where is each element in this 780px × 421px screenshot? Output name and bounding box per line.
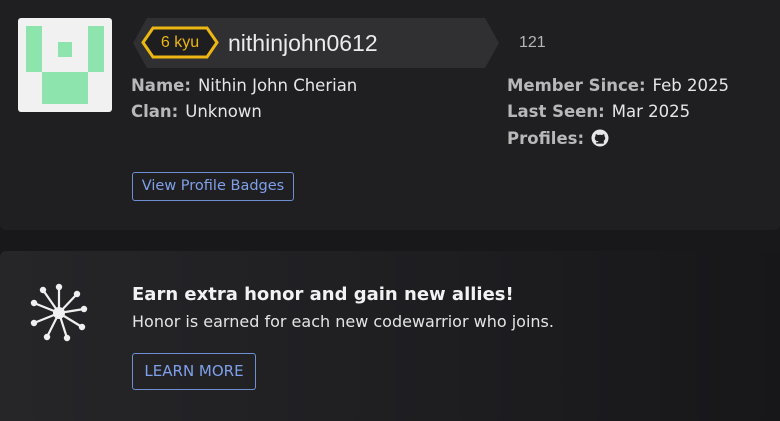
rank-label: 6 kyu <box>160 34 200 51</box>
honor-count: 121 <box>519 34 546 51</box>
username: nithinjohn0612 <box>228 30 378 56</box>
profiles-stat: Profiles: <box>507 128 609 150</box>
member-since-stat: Member Since: Feb 2025 <box>507 75 729 97</box>
promo-title: Earn extra honor and gain new allies! <box>132 284 514 305</box>
name-label: Name: <box>131 76 191 95</box>
identicon-avatar <box>26 26 104 104</box>
view-profile-badges-button[interactable]: View Profile Badges <box>132 172 294 201</box>
learn-more-button[interactable]: LEARN MORE <box>132 353 256 390</box>
promo-text: Honor is earned for each new codewarrior… <box>132 312 554 331</box>
name-stat: Name: Nithin John Cherian <box>131 75 357 97</box>
promo-card <box>0 251 780 421</box>
name-value: Nithin John Cherian <box>197 76 358 95</box>
profile-card: 6 kyu nithinjohn0612 121 Name: Nithin Joh… <box>0 0 780 230</box>
github-icon[interactable] <box>591 129 609 147</box>
clan-value: Unknown <box>185 102 262 121</box>
last-seen-label: Last Seen: <box>507 102 605 121</box>
avatar <box>18 18 112 112</box>
member-since-label: Member Since: <box>507 76 646 95</box>
profiles-label: Profiles: <box>507 129 585 148</box>
last-seen-stat: Last Seen: Mar 2025 <box>507 101 690 123</box>
clan-label: Clan: <box>131 102 179 121</box>
member-since-value: Feb 2025 <box>652 76 729 95</box>
allies-network-icon <box>30 283 88 342</box>
clan-stat: Clan: Unknown <box>131 101 262 123</box>
last-seen-value: Mar 2025 <box>611 102 691 121</box>
